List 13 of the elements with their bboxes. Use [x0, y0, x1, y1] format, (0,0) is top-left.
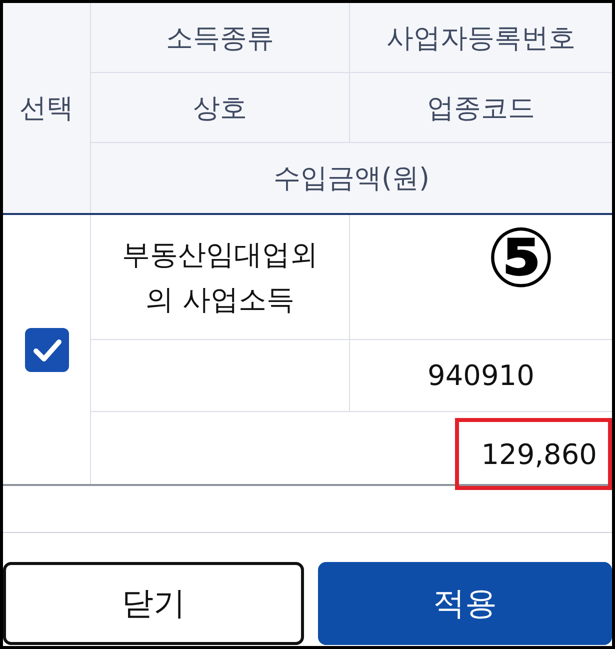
column-header: 선택	[18, 92, 74, 126]
apply-button[interactable]: 적용	[318, 562, 612, 645]
column-header: 업종코드	[349, 73, 612, 143]
step-number-marker: ⑤	[486, 217, 556, 301]
income-type-text: 부동산임대업외의 사업소득	[120, 237, 319, 318]
table-cell: 940910	[349, 340, 612, 412]
checkbox[interactable]	[24, 328, 68, 372]
column-header: 사업자등록번호	[349, 3, 612, 73]
income-amount: 129,860	[455, 418, 612, 490]
column-header: 수입금액(원)	[90, 143, 612, 213]
close-button[interactable]: 닫기	[3, 562, 304, 645]
column-header: 소득종류	[90, 3, 349, 73]
column-header: 상호	[90, 73, 349, 143]
